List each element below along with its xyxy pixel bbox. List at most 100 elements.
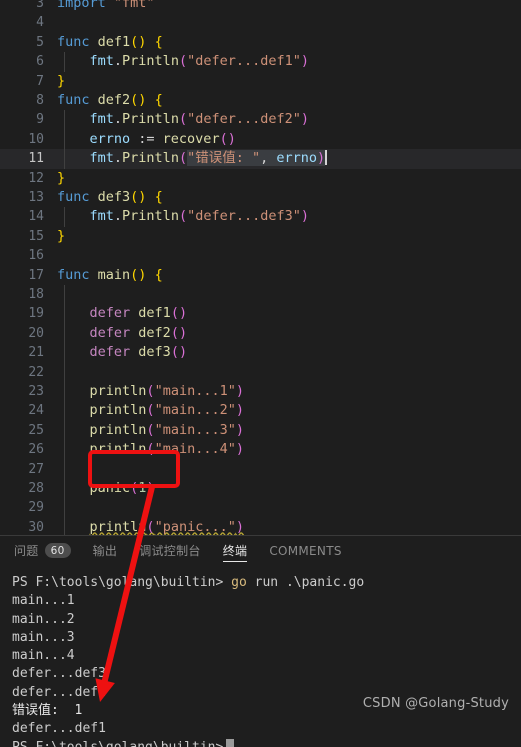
code-line-16[interactable]: 16: [0, 246, 521, 265]
line-number: 27: [28, 461, 44, 477]
panel-tab-label: COMMENTS: [269, 543, 342, 558]
code-text: defer def2(): [89, 324, 188, 341]
code-text: defer def3(): [89, 344, 188, 361]
line-number: 22: [28, 364, 44, 380]
code-line-26[interactable]: 26 println("main...4"): [0, 440, 521, 460]
panel-tab-label: 终端: [222, 544, 248, 558]
terminal-line-3: main...3: [12, 629, 75, 645]
code-line-25[interactable]: 25 println("main...3"): [0, 420, 521, 441]
code-text: println("panic..."): [89, 518, 244, 535]
code-line-28[interactable]: 28 panic(1): [0, 479, 521, 499]
panel-tab-0[interactable]: 问题 60: [14, 536, 71, 565]
code-line-10[interactable]: 10 errno := recover(): [0, 129, 521, 150]
line-number: 14: [28, 209, 44, 225]
code-line-24[interactable]: 24 println("main...2"): [0, 401, 521, 421]
line-number: 11: [28, 151, 44, 167]
panel-tab-label: 问题: [14, 544, 39, 558]
text-cursor: [325, 150, 327, 166]
line-number: 23: [28, 384, 44, 399]
line-number: 25: [28, 422, 44, 438]
indent-guide: [64, 362, 65, 382]
line-number: 24: [28, 403, 44, 419]
code-line-20[interactable]: 20 defer def2(): [0, 323, 521, 344]
code-text: }: [57, 227, 66, 244]
code-text: panic(1): [89, 480, 155, 496]
terminal-line-1: main...1: [12, 593, 75, 609]
code-line-9[interactable]: 9 fmt.Println("defer...def2"): [0, 110, 521, 130]
code-text: func main() {: [57, 266, 163, 283]
code-text: println("main...2"): [89, 402, 244, 419]
code-text: println("main...3"): [89, 421, 244, 438]
indent-guide: [64, 498, 65, 518]
vscode-window: 3 import "fmt" 4 5 func def1() { 6 fmt.Printl…: [0, 0, 521, 747]
code-line-29[interactable]: 29: [0, 498, 521, 518]
line-number: 10: [28, 131, 44, 147]
line-number: 13: [28, 190, 44, 205]
code-line-6[interactable]: 6 fmt.Println("defer...def1"): [0, 52, 521, 72]
panel-tab-label: 调试控制台: [139, 544, 201, 558]
panel-tab-4[interactable]: COMMENTS: [269, 536, 341, 565]
panel-tab-bar: 问题 60 输出 调试控制台 终端 COMMENTS: [0, 536, 521, 565]
code-line-22[interactable]: 22: [0, 362, 521, 382]
line-number: 4: [36, 15, 44, 31]
code-line-12[interactable]: 12}: [0, 169, 521, 188]
line-number: 3: [36, 0, 44, 11]
line-number: 12: [28, 170, 44, 186]
line-number: 19: [28, 306, 44, 322]
code-line-15[interactable]: 15}: [0, 227, 521, 246]
code-text: errno := recover(): [89, 130, 236, 147]
indent-guide: [64, 459, 65, 479]
code-line-13[interactable]: 13 func def3() {: [0, 188, 521, 207]
code-text: fmt.Println("defer...def1"): [89, 53, 310, 70]
line-number: 29: [28, 500, 44, 516]
code-line-30[interactable]: 30 println("panic..."): [0, 517, 521, 535]
watermark: CSDN @Golang-Study: [362, 696, 509, 711]
terminal-line-5: defer...def3: [12, 666, 106, 682]
code-editor[interactable]: 3 import "fmt" 4 5 func def1() { 6 fmt.Printl…: [0, 0, 521, 535]
code-line-18[interactable]: 18: [0, 285, 521, 305]
terminal-line-9: PS F:\tools\golang\builtin>: [12, 738, 521, 747]
code-line-8[interactable]: 8 func def2() {: [0, 91, 521, 110]
code-text: defer def1(): [89, 305, 188, 322]
code-text: func def3() {: [57, 189, 163, 205]
bottom-panel: 问题 60 输出 调试控制台 终端 COMMENTS PS F:\tools\golang…: [0, 536, 521, 747]
terminal-output[interactable]: PS F:\tools\golang\builtin> go run .\pan…: [0, 569, 521, 747]
line-number: 15: [28, 228, 44, 244]
code-line-11[interactable]: 11 fmt.Println("错误值: ", errno): [0, 149, 521, 169]
code-line-17[interactable]: 17 func main() {: [0, 266, 521, 285]
code-line-7[interactable]: 7}: [0, 72, 521, 91]
terminal-line-0: PS F:\tools\golang\builtin> go run .\pan…: [12, 575, 365, 590]
code-line-4[interactable]: 4: [0, 13, 521, 32]
problems-count-badge: 60: [44, 543, 71, 558]
panel-tab-1[interactable]: 输出: [93, 536, 118, 565]
code-line-23[interactable]: 23 println("main...1"): [0, 382, 521, 402]
code-line-3[interactable]: 3 import "fmt": [0, 0, 521, 13]
terminal-line-4: main...4: [12, 648, 75, 664]
code-text: func def2() {: [57, 92, 163, 108]
code-text: fmt.Println("错误值: ", errno): [89, 150, 327, 167]
code-line-27[interactable]: 27: [0, 459, 521, 479]
code-text: println("main...4"): [89, 441, 244, 458]
terminal-line-2: main...2: [12, 611, 75, 627]
line-number: 26: [28, 442, 44, 458]
line-number: 28: [28, 481, 44, 496]
code-text: import "fmt": [57, 0, 155, 11]
line-number: 6: [36, 54, 44, 70]
code-text: func def1() {: [57, 33, 163, 50]
line-number: 8: [36, 93, 44, 108]
panel-tab-3[interactable]: 终端: [222, 536, 248, 565]
code-text: }: [57, 169, 66, 186]
line-number: 16: [28, 248, 44, 264]
line-number: 20: [28, 325, 44, 341]
code-line-14[interactable]: 14 fmt.Println("defer...def3"): [0, 207, 521, 227]
line-number: 21: [28, 345, 44, 361]
panel-tab-label: 输出: [92, 544, 118, 558]
code-line-19[interactable]: 19 defer def1(): [0, 304, 521, 324]
code-line-21[interactable]: 21 defer def3(): [0, 343, 521, 363]
code-text: println("main...1"): [89, 383, 244, 399]
panel-tab-2[interactable]: 调试控制台: [139, 536, 201, 565]
terminal-cursor: [226, 738, 235, 747]
code-line-5[interactable]: 5 func def1() {: [0, 33, 521, 52]
line-number: 5: [36, 34, 44, 50]
code-text: }: [57, 72, 66, 89]
